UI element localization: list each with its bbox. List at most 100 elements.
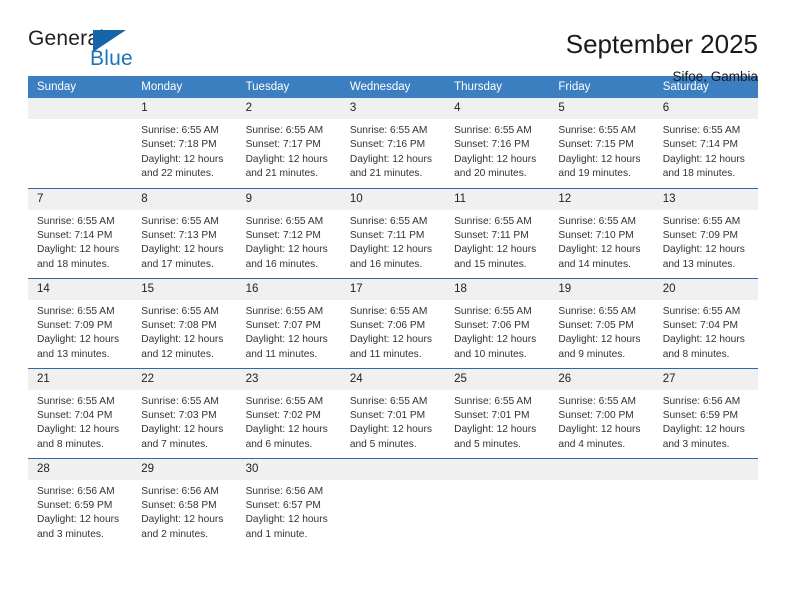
sunset-text: Sunset: 6:59 PM xyxy=(37,499,113,511)
day-number: 2 xyxy=(236,98,341,119)
day-number: 12 xyxy=(549,188,654,210)
calendar-day-cell[interactable]: 9 Sunrise: 6:55 AM Sunset: 7:12 PM Daylight… xyxy=(236,187,341,278)
calendar-day-cell[interactable]: 24 Sunrise: 6:55 AM Sunset: 7:01 PM Dayligh… xyxy=(340,367,446,458)
day-cell-content: 22 Sunrise: 6:55 AM Sunset: 7:03 PM Dayligh… xyxy=(132,368,237,458)
sunset-text: Sunset: 7:14 PM xyxy=(662,139,739,151)
day-sun-info: Sunrise: 6:55 AM Sunset: 7:12 PM Daylight:… xyxy=(237,210,341,273)
calendar-day-cell xyxy=(549,457,654,548)
daylight-text: Daylight: 12 hours and 11 minutes. xyxy=(349,334,432,360)
calendar-day-cell[interactable]: 5 Sunrise: 6:55 AM Sunset: 7:15 PM Daylight… xyxy=(549,98,654,188)
day-number: 19 xyxy=(549,278,654,300)
calendar-day-cell[interactable]: 20 Sunrise: 6:55 AM Sunset: 7:04 PM Dayligh… xyxy=(653,277,758,368)
day-number: 5 xyxy=(549,98,654,119)
calendar-day-cell[interactable]: 13 Sunrise: 6:55 AM Sunset: 7:09 PM Dayligh… xyxy=(653,187,758,278)
calendar-day-cell[interactable]: 27 Sunrise: 6:56 AM Sunset: 6:59 PM Dayligh… xyxy=(653,367,758,458)
day-sun-info: Sunrise: 6:56 AM Sunset: 6:58 PM Daylight:… xyxy=(132,480,236,543)
day-number: 16 xyxy=(236,278,341,300)
day-sun-info: Sunrise: 6:55 AM Sunset: 7:08 PM Daylight:… xyxy=(132,300,236,363)
daylight-text: Daylight: 12 hours and 11 minutes. xyxy=(245,334,328,360)
daylight-text: Daylight: 12 hours and 4 minutes. xyxy=(558,424,641,450)
day-cell-content: 27 Sunrise: 6:56 AM Sunset: 6:59 PM Dayligh… xyxy=(653,368,758,458)
sunset-text: Sunset: 7:17 PM xyxy=(245,139,321,151)
day-sun-info: Sunrise: 6:55 AM Sunset: 7:17 PM Daylight:… xyxy=(237,119,341,182)
daylight-text: Daylight: 12 hours and 8 minutes. xyxy=(37,424,120,450)
day-number: 7 xyxy=(28,188,133,210)
calendar-day-cell[interactable]: 7 Sunrise: 6:55 AM Sunset: 7:14 PM Daylight… xyxy=(28,187,133,278)
day-cell-content: 21 Sunrise: 6:55 AM Sunset: 7:04 PM Dayligh… xyxy=(28,368,133,458)
sunrise-text: Sunrise: 6:55 AM xyxy=(454,395,532,407)
calendar-day-cell[interactable]: 8 Sunrise: 6:55 AM Sunset: 7:13 PM Daylight… xyxy=(132,187,237,278)
day-cell-content: 6 Sunrise: 6:55 AM Sunset: 7:14 PM Daylight… xyxy=(653,98,758,188)
calendar-day-cell[interactable]: 28 Sunrise: 6:56 AM Sunset: 6:59 PM Dayligh… xyxy=(28,457,133,548)
day-cell-content: 18 Sunrise: 6:55 AM Sunset: 7:06 PM Dayligh… xyxy=(445,278,550,368)
day-cell-content: 29 Sunrise: 6:56 AM Sunset: 6:58 PM Dayligh… xyxy=(132,458,237,548)
sunset-text: Sunset: 7:14 PM xyxy=(37,229,113,241)
daylight-text: Daylight: 12 hours and 9 minutes. xyxy=(558,334,641,360)
calendar-day-cell[interactable]: 2 Sunrise: 6:55 AM Sunset: 7:17 PM Daylight… xyxy=(236,98,341,188)
day-cell-content: 24 Sunrise: 6:55 AM Sunset: 7:01 PM Dayligh… xyxy=(340,368,446,458)
day-cell-content xyxy=(445,458,550,548)
sunset-text: Sunset: 6:58 PM xyxy=(141,499,217,511)
calendar-day-cell[interactable]: 25 Sunrise: 6:55 AM Sunset: 7:01 PM Dayligh… xyxy=(445,367,550,458)
calendar-day-cell[interactable]: 4 Sunrise: 6:55 AM Sunset: 7:16 PM Daylight… xyxy=(445,98,550,188)
day-sun-info: Sunrise: 6:55 AM Sunset: 7:06 PM Daylight:… xyxy=(341,300,445,363)
sunset-text: Sunset: 7:15 PM xyxy=(558,139,634,151)
day-cell-content: 19 Sunrise: 6:55 AM Sunset: 7:05 PM Dayligh… xyxy=(549,278,654,368)
calendar-day-cell[interactable]: 10 Sunrise: 6:55 AM Sunset: 7:11 PM Dayligh… xyxy=(340,187,446,278)
sunset-text: Sunset: 7:16 PM xyxy=(454,139,530,151)
sunset-text: Sunset: 7:18 PM xyxy=(141,139,217,151)
day-number: 13 xyxy=(653,188,758,210)
calendar-day-cell[interactable]: 17 Sunrise: 6:55 AM Sunset: 7:06 PM Dayligh… xyxy=(340,277,446,368)
calendar-day-cell[interactable]: 11 Sunrise: 6:55 AM Sunset: 7:11 PM Dayligh… xyxy=(445,187,550,278)
day-cell-content: 16 Sunrise: 6:55 AM Sunset: 7:07 PM Dayligh… xyxy=(236,278,341,368)
calendar-day-cell[interactable]: 22 Sunrise: 6:55 AM Sunset: 7:03 PM Dayligh… xyxy=(132,367,237,458)
calendar-day-cell[interactable]: 3 Sunrise: 6:55 AM Sunset: 7:16 PM Daylight… xyxy=(340,98,446,188)
calendar-day-cell[interactable]: 30 Sunrise: 6:56 AM Sunset: 6:57 PM Dayligh… xyxy=(236,457,341,548)
day-cell-content: 1 Sunrise: 6:55 AM Sunset: 7:18 PM Daylight… xyxy=(132,98,237,188)
calendar-day-cell[interactable]: 26 Sunrise: 6:55 AM Sunset: 7:00 PM Dayligh… xyxy=(549,367,654,458)
calendar-day-cell[interactable]: 6 Sunrise: 6:55 AM Sunset: 7:14 PM Daylight… xyxy=(653,98,758,188)
day-number: 14 xyxy=(28,278,133,300)
calendar-day-cell[interactable]: 16 Sunrise: 6:55 AM Sunset: 7:07 PM Dayligh… xyxy=(236,277,341,368)
sunrise-text: Sunrise: 6:55 AM xyxy=(349,305,428,317)
day-number: 18 xyxy=(445,278,550,300)
day-sun-info: Sunrise: 6:55 AM Sunset: 7:01 PM Daylight:… xyxy=(341,390,445,453)
calendar-day-cell[interactable]: 15 Sunrise: 6:55 AM Sunset: 7:08 PM Dayligh… xyxy=(132,277,237,368)
day-cell-content: 17 Sunrise: 6:55 AM Sunset: 7:06 PM Dayligh… xyxy=(340,278,446,368)
calendar-day-cell[interactable]: 12 Sunrise: 6:55 AM Sunset: 7:10 PM Dayligh… xyxy=(549,187,654,278)
day-sun-info: Sunrise: 6:55 AM Sunset: 7:14 PM Daylight:… xyxy=(654,119,758,182)
day-sun-info: Sunrise: 6:55 AM Sunset: 7:07 PM Daylight:… xyxy=(237,300,341,363)
day-sun-info: Sunrise: 6:55 AM Sunset: 7:14 PM Daylight:… xyxy=(28,210,132,273)
sunset-text: Sunset: 7:00 PM xyxy=(558,409,634,421)
day-sun-info: Sunrise: 6:55 AM Sunset: 7:11 PM Daylight:… xyxy=(341,210,445,273)
sunset-text: Sunset: 7:06 PM xyxy=(454,319,530,331)
sunrise-text: Sunrise: 6:55 AM xyxy=(454,305,532,317)
daylight-text: Daylight: 12 hours and 20 minutes. xyxy=(454,153,537,180)
calendar-day-cell[interactable]: 21 Sunrise: 6:55 AM Sunset: 7:04 PM Dayligh… xyxy=(28,367,133,458)
day-sun-info: Sunrise: 6:55 AM Sunset: 7:16 PM Daylight:… xyxy=(341,119,445,182)
day-cell-content: 25 Sunrise: 6:55 AM Sunset: 7:01 PM Dayligh… xyxy=(445,368,550,458)
sunrise-text: Sunrise: 6:55 AM xyxy=(37,395,115,407)
day-sun-info: Sunrise: 6:55 AM Sunset: 7:01 PM Daylight:… xyxy=(445,390,549,453)
daylight-text: Daylight: 12 hours and 1 minute. xyxy=(245,514,328,540)
calendar-day-cell[interactable]: 29 Sunrise: 6:56 AM Sunset: 6:58 PM Dayligh… xyxy=(132,457,237,548)
sunset-text: Sunset: 7:02 PM xyxy=(245,409,321,421)
day-number: 21 xyxy=(28,368,133,390)
sunset-text: Sunset: 6:59 PM xyxy=(662,409,739,421)
day-sun-info: Sunrise: 6:55 AM Sunset: 7:04 PM Daylight:… xyxy=(654,300,758,363)
general-blue-logo: General Blue xyxy=(28,28,138,74)
calendar-day-cell[interactable]: 1 Sunrise: 6:55 AM Sunset: 7:18 PM Daylight… xyxy=(132,98,237,188)
sunrise-text: Sunrise: 6:55 AM xyxy=(141,395,219,407)
day-number: 17 xyxy=(340,278,446,300)
day-sun-info: Sunrise: 6:55 AM Sunset: 7:06 PM Daylight:… xyxy=(445,300,549,363)
calendar-day-cell[interactable]: 18 Sunrise: 6:55 AM Sunset: 7:06 PM Dayligh… xyxy=(445,277,550,368)
calendar-day-cell[interactable]: 23 Sunrise: 6:55 AM Sunset: 7:02 PM Dayligh… xyxy=(236,367,341,458)
weekday-header-wednesday: Wednesday xyxy=(340,76,446,98)
calendar-body: 1 Sunrise: 6:55 AM Sunset: 7:18 PM Daylight… xyxy=(28,98,758,548)
daylight-text: Daylight: 12 hours and 16 minutes. xyxy=(245,244,328,270)
sunrise-text: Sunrise: 6:55 AM xyxy=(558,215,636,227)
calendar-day-cell[interactable]: 19 Sunrise: 6:55 AM Sunset: 7:05 PM Dayligh… xyxy=(549,277,654,368)
day-sun-info: Sunrise: 6:55 AM Sunset: 7:15 PM Daylight:… xyxy=(549,119,653,182)
day-sun-info: Sunrise: 6:55 AM Sunset: 7:05 PM Daylight:… xyxy=(549,300,653,363)
calendar-day-cell[interactable]: 14 Sunrise: 6:55 AM Sunset: 7:09 PM Dayligh… xyxy=(28,277,133,368)
